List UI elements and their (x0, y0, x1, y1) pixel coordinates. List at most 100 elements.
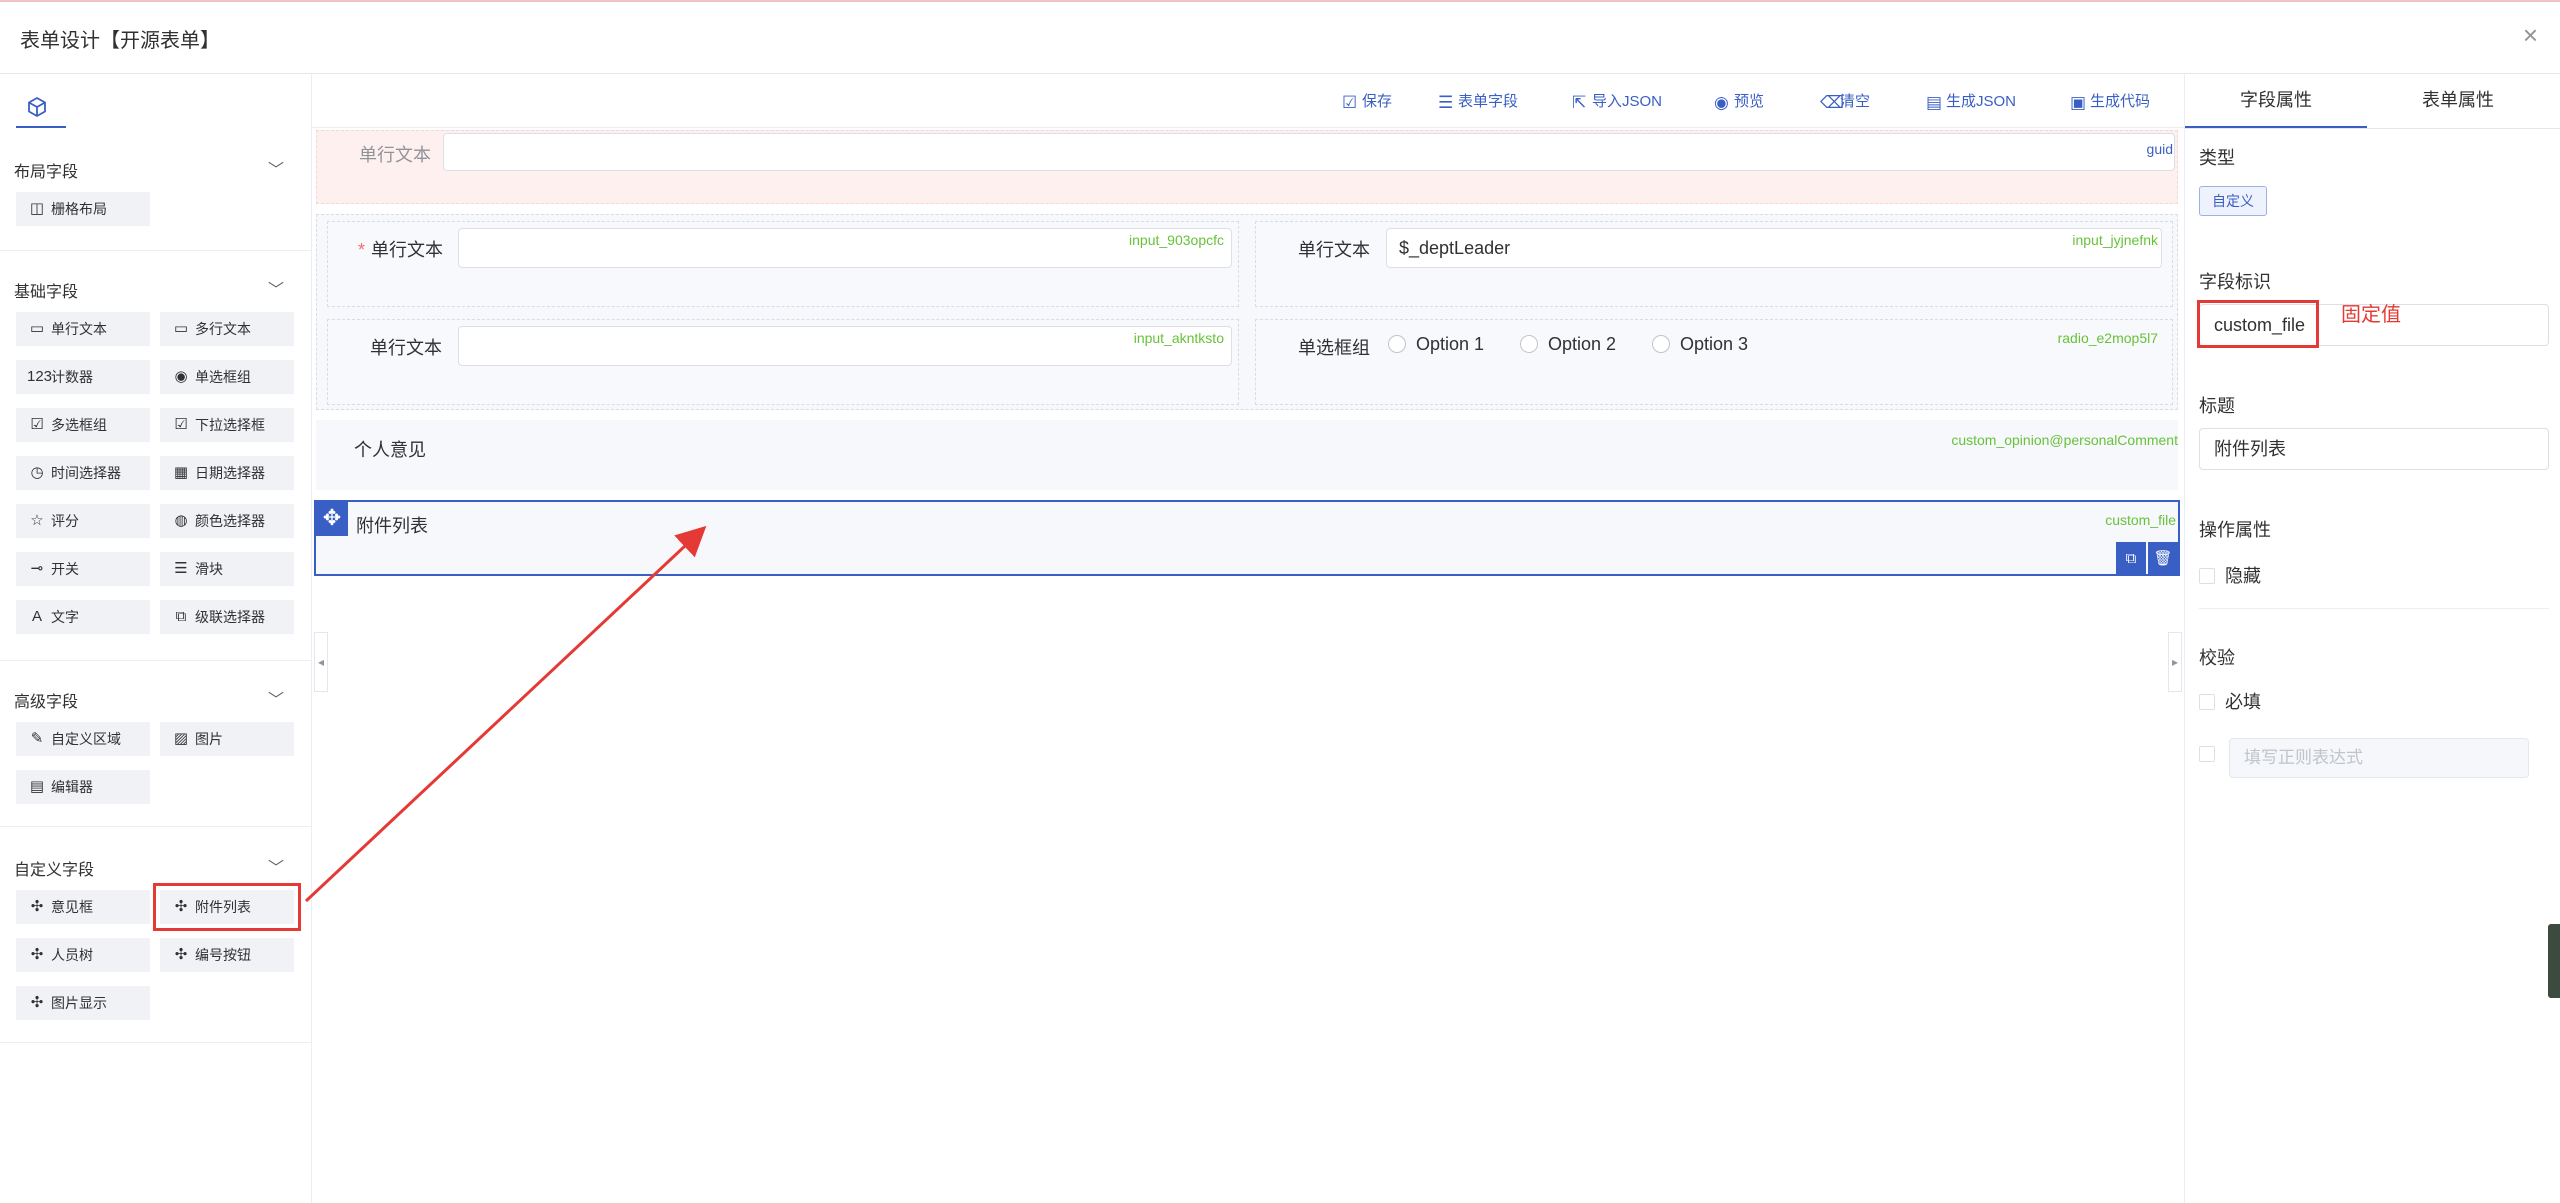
palette-item-label: 日期选择器 (195, 465, 265, 481)
palette-item[interactable]: ▦ 日期选择器 (160, 456, 294, 490)
editor-icon: ▤ (29, 778, 45, 795)
field-label: 个人意见 (354, 440, 426, 460)
palette-item[interactable]: ◉ 单选框组 (160, 360, 294, 394)
component-icon: ✣ (174, 946, 188, 963)
section-title[interactable]: 自定义字段 (14, 856, 94, 880)
component-icon: ✣ (174, 898, 188, 915)
component-panel: 布局字段 ﹀ ◫ 栅格布局基础字段 ﹀ ▭ 单行文本 ▭ 多行文本 123 计数器 ◉ 单选框组 ☑ 多选框… (0, 74, 312, 1203)
palette-item[interactable]: ▭ 单行文本 (16, 312, 150, 346)
radio-option-2[interactable]: Option 2 (1520, 334, 1616, 355)
chevron-down-icon[interactable]: ﹀ (268, 156, 284, 180)
toolbar-button[interactable]: ⇱ 导入JSON (1572, 90, 1662, 113)
toolbar-button[interactable]: ☰ 表单字段 (1438, 90, 1518, 113)
text-input[interactable] (458, 228, 1232, 268)
palette-item[interactable]: ⊸ 开关 (16, 552, 150, 586)
palette-item[interactable]: ✎ 自定义区域 (16, 722, 150, 756)
field-tag: input_akntksto (1133, 330, 1224, 346)
toolbar-button[interactable]: ▤ 生成JSON (1926, 90, 2016, 113)
grid-cell[interactable]: 单行文本 $_deptLeader input_jyjnefnk (1255, 221, 2173, 307)
fields-icon: ☰ (1438, 93, 1454, 112)
palette-item[interactable]: ☑ 多选框组 (16, 408, 150, 442)
toolbar-button[interactable]: ▣ 生成代码 (2070, 90, 2150, 113)
palette-item-label: 自定义区域 (51, 731, 121, 747)
toolbar-button-label: 保存 (1362, 93, 1393, 110)
copy-icon[interactable]: ⧉ (2116, 542, 2146, 576)
palette-item[interactable]: ☑ 下拉选择框 (160, 408, 294, 442)
radio-option-3[interactable]: Option 3 (1652, 334, 1748, 355)
chevron-down-icon[interactable]: ﹀ (268, 276, 284, 300)
palette-item-label: 附件列表 (195, 899, 251, 915)
palette-item-label: 颜色选择器 (195, 513, 265, 529)
toolbar-button[interactable]: ◉ 预览 (1714, 90, 1764, 113)
opinion-field-row[interactable]: 个人意见 custom_opinion@personalComment (316, 420, 2178, 490)
component-icon: ✣ (30, 994, 44, 1011)
component-icon: ✣ (30, 946, 44, 963)
section-title[interactable]: 布局字段 (14, 158, 78, 182)
palette-item[interactable]: ◍ 颜色选择器 (160, 504, 294, 538)
grid-layout-icon: ◫ (29, 200, 45, 217)
image-icon: ▨ (173, 730, 189, 747)
guid-input[interactable] (443, 133, 2175, 171)
close-icon[interactable]: × (2523, 20, 2538, 51)
chevron-down-icon[interactable]: ﹀ (268, 686, 284, 710)
palette-item[interactable]: ✣ 意见框 (16, 890, 150, 924)
hidden-checkbox[interactable]: 隐藏 (2199, 562, 2261, 588)
palette-item[interactable]: ▨ 图片 (160, 722, 294, 756)
palette-item[interactable]: ✣ 编号按钮 (160, 938, 294, 972)
palette-item-label: 级联选择器 (195, 609, 265, 625)
grid-cell[interactable]: * 单行文本 input_903opcfc (327, 221, 1239, 307)
divider (2199, 608, 2549, 609)
section-title[interactable]: 高级字段 (14, 688, 78, 712)
collapse-right-icon[interactable]: ▸ (2168, 632, 2182, 692)
components-tab[interactable] (16, 84, 66, 128)
palette-item[interactable]: ✣ 人员树 (16, 938, 150, 972)
palette-icon: ◍ (174, 512, 188, 529)
field-tag: guid (2146, 141, 2173, 157)
chevron-down-icon[interactable]: ﹀ (268, 854, 284, 878)
regex-checkbox[interactable] (2199, 744, 2225, 765)
side-widget[interactable] (2548, 924, 2560, 998)
toolbar-button[interactable]: ☑ 保存 (1342, 90, 1392, 113)
grid-cell[interactable]: 单选框组 Option 1 Option 2 Option 3 radio_e2… (1255, 319, 2173, 405)
toolbar-button[interactable]: ⌫清空 (1820, 90, 1870, 113)
palette-item[interactable]: ▤ 编辑器 (16, 770, 150, 804)
palette-item[interactable]: A 文字 (16, 600, 150, 634)
palette-item[interactable]: ⧉ 级联选择器 (160, 600, 294, 634)
palette-item[interactable]: ✣ 图片显示 (16, 986, 150, 1020)
required-checkbox[interactable]: 必填 (2199, 688, 2261, 714)
grid-layout[interactable]: grid_ktkw1xbg *单行文本 input_903opcfc 单行文本 … (316, 214, 2178, 410)
title-bar: 表单设计【开源表单】 × (0, 2, 2560, 74)
attachment-field-row[interactable]: ✥ 附件列表 custom_file ⧉ 🗑 (314, 500, 2180, 576)
eye-icon: ◉ (1714, 93, 1729, 112)
palette-item-label: 意见框 (51, 899, 93, 915)
type-badge: 自定义 (2199, 186, 2267, 216)
text-input[interactable]: $_deptLeader (1386, 228, 2162, 268)
field-tag: input_jyjnefnk (2072, 232, 2158, 248)
radio-icon: ◉ (174, 368, 188, 385)
section-title[interactable]: 基础字段 (14, 278, 78, 302)
palette-item[interactable]: ▭ 多行文本 (160, 312, 294, 346)
grid-cell[interactable]: 单行文本 input_akntksto (327, 319, 1239, 405)
delete-icon[interactable]: 🗑 (2148, 542, 2178, 576)
palette-item[interactable]: ◷ 时间选择器 (16, 456, 150, 490)
palette-item[interactable]: 123 计数器 (16, 360, 150, 394)
palette-item[interactable]: ✣ 附件列表 (153, 883, 301, 931)
regex-input[interactable]: 填写正则表达式 (2229, 738, 2529, 778)
radio-option-1[interactable]: Option 1 (1388, 334, 1484, 355)
form-canvas: 单行文本 guid grid_ktkw1xbg *单行文本 input_903o… (312, 128, 2184, 1203)
design-area: ☑ 保存 ☰ 表单字段 ⇱ 导入JSON ◉ 预览 ⌫清空 ▤ 生成JSON ▣ 生成代码 单行文本 g… (312, 74, 2184, 1203)
tab-form-properties[interactable]: 表单属性 (2367, 74, 2549, 128)
counter-icon: 123 (27, 368, 53, 385)
palette-item-label: 文字 (51, 609, 79, 625)
palette-item[interactable]: ☰ 滑块 (160, 552, 294, 586)
text-input[interactable] (458, 326, 1232, 366)
palette-item[interactable]: ☆ 评分 (16, 504, 150, 538)
palette-item[interactable]: ◫ 栅格布局 (16, 192, 150, 226)
collapse-left-icon[interactable]: ◂ (314, 632, 328, 692)
palette-item-label: 编号按钮 (195, 947, 251, 963)
tab-field-properties[interactable]: 字段属性 (2185, 74, 2367, 128)
window-title: 表单设计【开源表单】 (20, 30, 220, 52)
guid-field-row[interactable]: 单行文本 guid (316, 130, 2178, 204)
move-icon[interactable]: ✥ (316, 502, 348, 536)
title-input[interactable]: 附件列表 (2199, 428, 2549, 470)
